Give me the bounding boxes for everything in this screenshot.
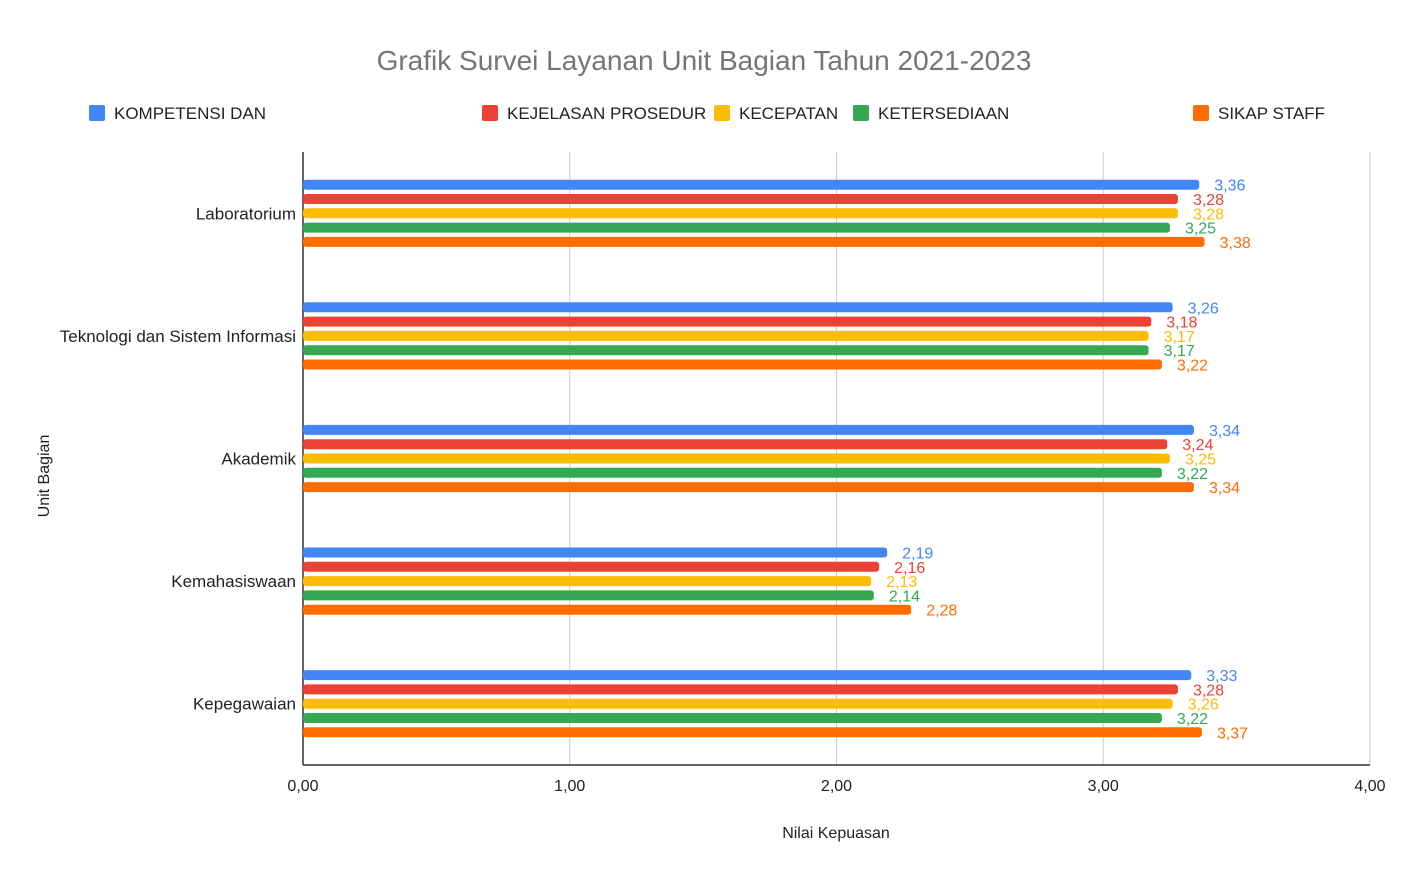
bar xyxy=(303,576,872,587)
bar xyxy=(303,547,888,558)
chart-title: Grafik Survei Layanan Unit Bagian Tahun … xyxy=(377,45,1032,76)
bar xyxy=(303,467,1162,478)
bar xyxy=(303,194,1178,204)
x-tick-labels: 0,00 1,00 2,00 3,00 4,00 xyxy=(287,778,1385,795)
bars xyxy=(303,179,1205,738)
bar xyxy=(303,604,912,615)
bar xyxy=(303,424,1194,435)
legend-swatch xyxy=(482,105,498,121)
x-tick-label: 2,00 xyxy=(821,778,852,795)
bar xyxy=(303,670,1192,681)
bar xyxy=(303,222,1170,233)
bar xyxy=(303,713,1162,723)
category-label: Laboratorium xyxy=(196,204,296,223)
legend-label: KETERSEDIAAN xyxy=(878,104,1009,123)
data-label: 2,14 xyxy=(889,588,920,605)
y-axis-title: Unit Bagian xyxy=(36,435,53,518)
legend-label: KECEPATAN xyxy=(739,104,838,123)
x-tick-label: 1,00 xyxy=(554,778,585,795)
x-tick-label: 3,00 xyxy=(1088,778,1119,795)
x-tick-label: 4,00 xyxy=(1354,778,1385,795)
bar xyxy=(303,561,880,572)
category-label: Kepegawaian xyxy=(193,695,296,714)
bar xyxy=(303,482,1194,493)
category-labels: Laboratorium Teknologi dan Sistem Informa… xyxy=(60,204,297,713)
bar xyxy=(303,684,1178,695)
bar xyxy=(303,727,1202,738)
legend-label: KOMPETENSI DAN xyxy=(114,104,266,123)
data-label: 3,38 xyxy=(1220,235,1251,252)
category-label: Teknologi dan Sistem Informasi xyxy=(60,327,296,346)
data-label: 3,34 xyxy=(1209,480,1240,497)
legend-swatch xyxy=(714,105,730,121)
category-label: Kemahasiswaan xyxy=(171,572,296,591)
bar xyxy=(303,698,1173,709)
data-label: 3,22 xyxy=(1177,711,1208,728)
bar xyxy=(303,359,1162,370)
data-label: 3,25 xyxy=(1185,221,1216,238)
bar xyxy=(303,439,1168,450)
data-label: 2,28 xyxy=(926,603,957,620)
bar xyxy=(303,316,1152,327)
category-label: Akademik xyxy=(221,450,296,469)
legend-swatch xyxy=(853,105,869,121)
legend-swatch xyxy=(89,105,105,121)
bar xyxy=(303,345,1149,356)
bar xyxy=(303,236,1205,247)
bar-chart: Grafik Survei Layanan Unit Bagian Tahun … xyxy=(36,45,1386,842)
data-label: 3,22 xyxy=(1177,358,1208,375)
legend: KOMPETENSI DAN KEJELASAN PROSEDUR KECEPATA… xyxy=(89,104,1325,123)
legend-swatch xyxy=(1193,105,1209,121)
bar xyxy=(303,302,1173,313)
bar xyxy=(303,453,1170,464)
x-tick-label: 0,00 xyxy=(287,778,318,795)
legend-label: KEJELASAN PROSEDUR xyxy=(507,104,706,123)
bar xyxy=(303,330,1149,341)
data-label: 3,37 xyxy=(1217,725,1248,742)
legend-label: SIKAP STAFF xyxy=(1218,104,1325,123)
data-label: 3,34 xyxy=(1209,423,1240,440)
bar xyxy=(303,179,1200,190)
x-axis-title: Nilai Kepuasan xyxy=(782,825,890,842)
data-label: 3,22 xyxy=(1177,466,1208,483)
bar xyxy=(303,208,1178,219)
bar xyxy=(303,590,874,601)
